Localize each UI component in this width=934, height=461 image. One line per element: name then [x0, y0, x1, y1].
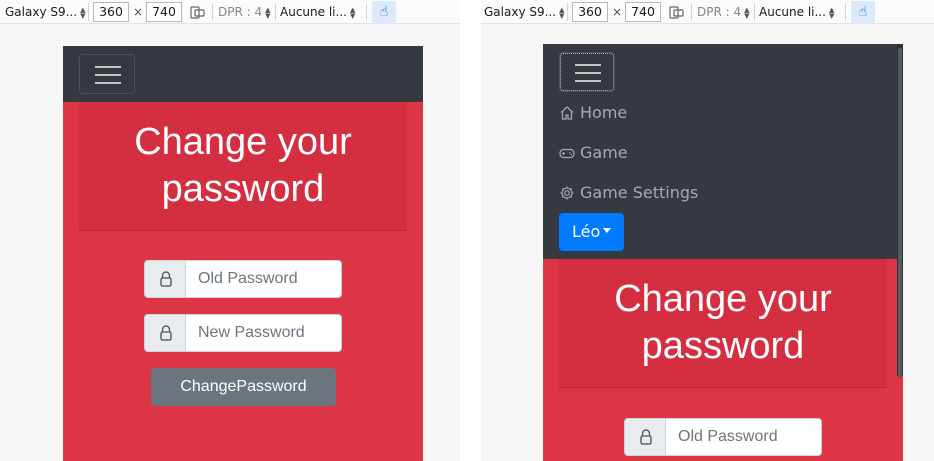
scrollbar[interactable] [897, 44, 903, 378]
updown-icon: ▲ ▼ [349, 5, 356, 20]
nav-item-label: Game Settings [580, 183, 699, 202]
title-line: Change your [134, 121, 352, 163]
title-line: Change your [614, 278, 832, 320]
height-input[interactable]: 740 [146, 2, 182, 22]
dpr-selector[interactable]: DPR : 4 ▲ ▼ [218, 0, 271, 24]
hamburger-line [575, 64, 601, 66]
nav-item-label: Home [580, 103, 628, 122]
device-label: Galaxy S9... [484, 5, 557, 19]
separator [691, 3, 692, 21]
separator [845, 3, 846, 21]
separator [275, 3, 276, 21]
separator [88, 3, 89, 21]
page-title: Change your password [559, 259, 887, 388]
gear-icon [560, 186, 574, 200]
lock-icon [144, 260, 186, 298]
updown-icon: ▲ ▼ [744, 5, 750, 20]
navbar-toggler-button[interactable] [559, 52, 615, 92]
hamburger-line [575, 80, 601, 82]
separator [567, 3, 568, 21]
width-input[interactable]: 360 [93, 2, 129, 22]
gamepad-icon [559, 148, 575, 159]
navbar [63, 46, 423, 102]
updown-icon: ▲ ▼ [828, 5, 835, 20]
new-password-group: New Password [144, 314, 342, 352]
lock-icon [624, 418, 666, 456]
house-icon [560, 106, 574, 120]
page-title: Change your password [79, 102, 407, 231]
user-dropdown-button[interactable]: Léo [559, 213, 624, 251]
width-input[interactable]: 360 [572, 2, 608, 22]
change-password-button[interactable]: ChangePassword [151, 368, 336, 406]
scrollbar-thumb[interactable] [898, 48, 902, 378]
height-input[interactable]: 740 [625, 2, 661, 22]
hamburger-line [575, 72, 601, 74]
responsive-view-left: Galaxy S9... ▲ ▼ 360 × 740 DPR : 4 ▲ ▼ Aucun… [0, 0, 460, 461]
lock-icon [144, 314, 186, 352]
hamburger-line [95, 82, 121, 84]
user-name: Léo [572, 222, 601, 241]
updown-icon: ▲ ▼ [265, 5, 271, 20]
times-sign: × [133, 5, 144, 19]
throttle-label: Aucune li... [280, 5, 347, 19]
title-line: password [161, 168, 325, 210]
updown-icon: ▲ ▼ [80, 5, 86, 20]
caret-down-icon [603, 228, 612, 233]
title-line: password [641, 325, 805, 367]
separator [754, 3, 755, 21]
hamburger-line [95, 66, 121, 68]
navbar-expanded: Home Game Game Settings Léo [543, 44, 903, 259]
new-password-input[interactable]: New Password [185, 314, 342, 352]
device-viewport: Change your password Old Password New Pa… [63, 46, 423, 461]
separator [366, 3, 367, 21]
old-password-input[interactable]: Old Password [185, 260, 342, 298]
dpr-selector[interactable]: DPR : 4 ▲ ▼ [697, 0, 750, 24]
old-password-group: Old Password [624, 418, 822, 456]
touch-simulation-icon[interactable]: ☝ [851, 1, 875, 23]
updown-icon: ▲ ▼ [559, 5, 565, 20]
device-label: Galaxy S9... [5, 5, 78, 19]
throttle-label: Aucune li... [759, 5, 826, 19]
rdm-toolbar: Galaxy S9... ▲ ▼ 360 × 740 DPR : 4 ▲ ▼ Aucun… [481, 0, 934, 24]
responsive-view-right: Galaxy S9... ▲ ▼ 360 × 740 DPR : 4 ▲ ▼ Aucun… [481, 0, 934, 461]
dpr-label: DPR : 4 [218, 5, 263, 19]
rotate-icon[interactable] [188, 0, 206, 24]
navbar-toggler-button[interactable] [79, 54, 135, 94]
old-password-group: Old Password [144, 260, 342, 298]
touch-simulation-icon[interactable]: ☝ [372, 1, 396, 23]
device-selector[interactable]: Galaxy S9... ▲ ▼ [484, 0, 564, 24]
device-viewport: Home Game Game Settings Léo Change your … [543, 44, 903, 461]
throttle-selector[interactable]: Aucune li... ▲ ▼ [280, 0, 355, 24]
rotate-icon[interactable] [667, 0, 685, 24]
throttle-selector[interactable]: Aucune li... ▲ ▼ [759, 0, 834, 24]
nav-item-label: Game [580, 143, 628, 162]
rdm-toolbar: Galaxy S9... ▲ ▼ 360 × 740 DPR : 4 ▲ ▼ Aucun… [0, 0, 460, 24]
pane-gap [460, 0, 481, 461]
separator [212, 3, 213, 21]
dpr-label: DPR : 4 [697, 5, 742, 19]
times-sign: × [612, 5, 623, 19]
hamburger-line [95, 74, 121, 76]
old-password-input[interactable]: Old Password [665, 418, 822, 456]
device-selector[interactable]: Galaxy S9... ▲ ▼ [5, 0, 85, 24]
